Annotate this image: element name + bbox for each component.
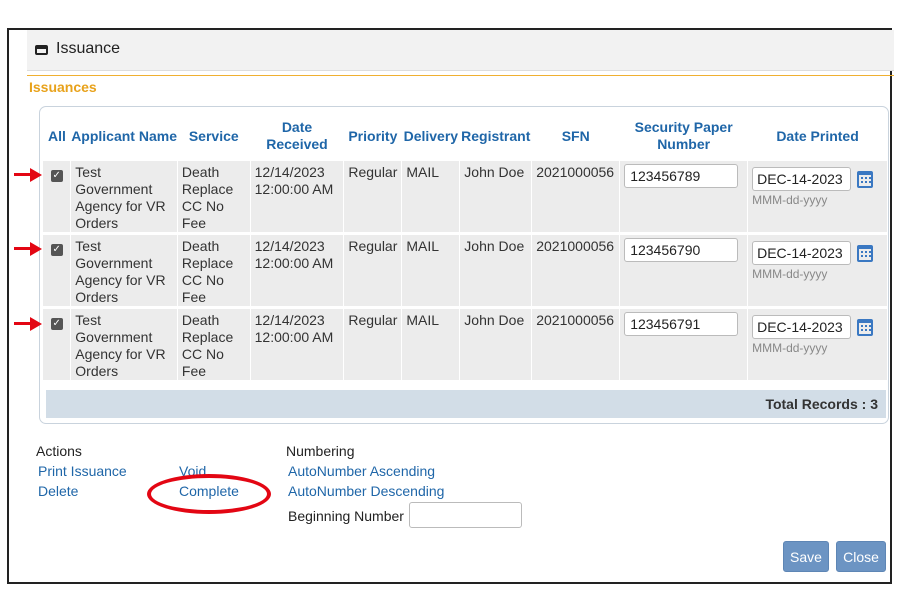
numbering-label: Numbering <box>286 443 355 459</box>
calendar-icon[interactable] <box>857 170 874 188</box>
date-format-hint: MMM-dd-yyyy <box>752 267 828 281</box>
applicant-cell: Test Government Agency for VR Orders <box>70 161 178 234</box>
date-received-cell: 12/14/2023 12:00:00 AM <box>250 232 345 308</box>
section-divider <box>27 75 894 76</box>
delivery-cell: MAIL <box>401 161 461 234</box>
annotation-arrow <box>14 242 44 256</box>
security-paper-input[interactable] <box>624 312 739 336</box>
security-paper-input[interactable] <box>624 164 739 188</box>
calendar-icon[interactable] <box>857 244 874 262</box>
row-checkbox[interactable]: ✓ <box>50 170 63 182</box>
row-checkbox[interactable]: ✓ <box>50 318 63 330</box>
print-issuance-link[interactable]: Print Issuance <box>38 463 127 479</box>
sfn-cell: 2021000056 <box>531 306 621 380</box>
header-applicant-name[interactable]: Applicant Name <box>71 111 178 161</box>
table-row: ✓ Test Government Agency for VR Orders D… <box>43 306 888 380</box>
annotation-arrow <box>14 168 44 182</box>
table-row: ✓ Test Government Agency for VR Orders D… <box>43 232 888 308</box>
header-security-paper-number[interactable]: Security Paper Number <box>620 111 748 161</box>
date-printed-input[interactable] <box>752 241 852 265</box>
row-select-cell: ✓ <box>43 161 72 234</box>
applicant-cell: Test Government Agency for VR Orders <box>70 232 178 308</box>
window-icon <box>35 45 48 55</box>
total-records: Total Records : 3 <box>46 390 886 418</box>
date-printed-cell: MMM-dd-yyyy <box>747 232 888 308</box>
applicant-cell: Test Government Agency for VR Orders <box>70 306 178 380</box>
header-date-printed[interactable]: Date Printed <box>748 111 888 161</box>
header-delivery[interactable]: Delivery <box>402 111 460 161</box>
window-title: Issuance <box>56 40 121 57</box>
header-select-all[interactable]: All <box>43 111 71 161</box>
annotation-arrow <box>14 317 44 331</box>
save-button[interactable]: Save <box>783 541 829 572</box>
issuances-grid: All Applicant Name Service Date Received… <box>39 106 889 424</box>
service-cell: Death Replace CC No Fee <box>177 306 251 380</box>
row-select-cell: ✓ <box>43 306 72 380</box>
section-title: Issuances <box>29 79 97 95</box>
registrant-cell: John Doe <box>459 161 533 234</box>
header-date-received[interactable]: Date Received <box>250 111 344 161</box>
autonumber-ascending-link[interactable]: AutoNumber Ascending <box>288 463 435 479</box>
security-paper-cell <box>619 306 749 380</box>
registrant-cell: John Doe <box>459 232 533 308</box>
service-cell: Death Replace CC No Fee <box>177 232 251 308</box>
header-registrant[interactable]: Registrant <box>460 111 532 161</box>
priority-cell: Regular <box>343 232 403 308</box>
delivery-cell: MAIL <box>401 306 461 380</box>
date-received-cell: 12/14/2023 12:00:00 AM <box>250 161 345 234</box>
calendar-icon[interactable] <box>857 318 874 336</box>
security-paper-cell <box>619 232 749 308</box>
header-priority[interactable]: Priority <box>344 111 402 161</box>
date-format-hint: MMM-dd-yyyy <box>752 193 828 207</box>
window-body: Issuance Issuances All Applicant Name Se… <box>9 30 894 582</box>
issuances-table: All Applicant Name Service Date Received… <box>43 111 888 380</box>
priority-cell: Regular <box>343 161 403 234</box>
registrant-cell: John Doe <box>459 306 533 380</box>
annotation-ellipse <box>147 474 271 514</box>
row-checkbox[interactable]: ✓ <box>50 244 63 256</box>
beginning-number-input[interactable] <box>409 502 522 528</box>
header-sfn[interactable]: SFN <box>532 111 620 161</box>
delete-link[interactable]: Delete <box>38 483 78 499</box>
priority-cell: Regular <box>343 306 403 380</box>
security-paper-cell <box>619 161 749 234</box>
service-cell: Death Replace CC No Fee <box>177 161 251 234</box>
row-select-cell: ✓ <box>43 232 72 308</box>
date-printed-input[interactable] <box>752 167 852 191</box>
table-header-row: All Applicant Name Service Date Received… <box>43 111 888 161</box>
date-received-cell: 12/14/2023 12:00:00 AM <box>250 306 345 380</box>
delivery-cell: MAIL <box>401 232 461 308</box>
header-service[interactable]: Service <box>177 111 250 161</box>
close-button[interactable]: Close <box>836 541 886 572</box>
date-printed-input[interactable] <box>752 315 852 339</box>
actions-label: Actions <box>36 443 82 459</box>
table-row: ✓ Test Government Agency for VR Orders D… <box>43 161 888 234</box>
autonumber-descending-link[interactable]: AutoNumber Descending <box>288 483 444 499</box>
security-paper-input[interactable] <box>624 238 739 262</box>
sfn-cell: 2021000056 <box>531 161 621 234</box>
date-printed-cell: MMM-dd-yyyy <box>747 161 888 234</box>
date-printed-cell: MMM-dd-yyyy <box>747 306 888 380</box>
window-titlebar: Issuance <box>27 30 894 71</box>
beginning-number-label: Beginning Number <box>288 508 404 524</box>
date-format-hint: MMM-dd-yyyy <box>752 341 828 355</box>
sfn-cell: 2021000056 <box>531 232 621 308</box>
